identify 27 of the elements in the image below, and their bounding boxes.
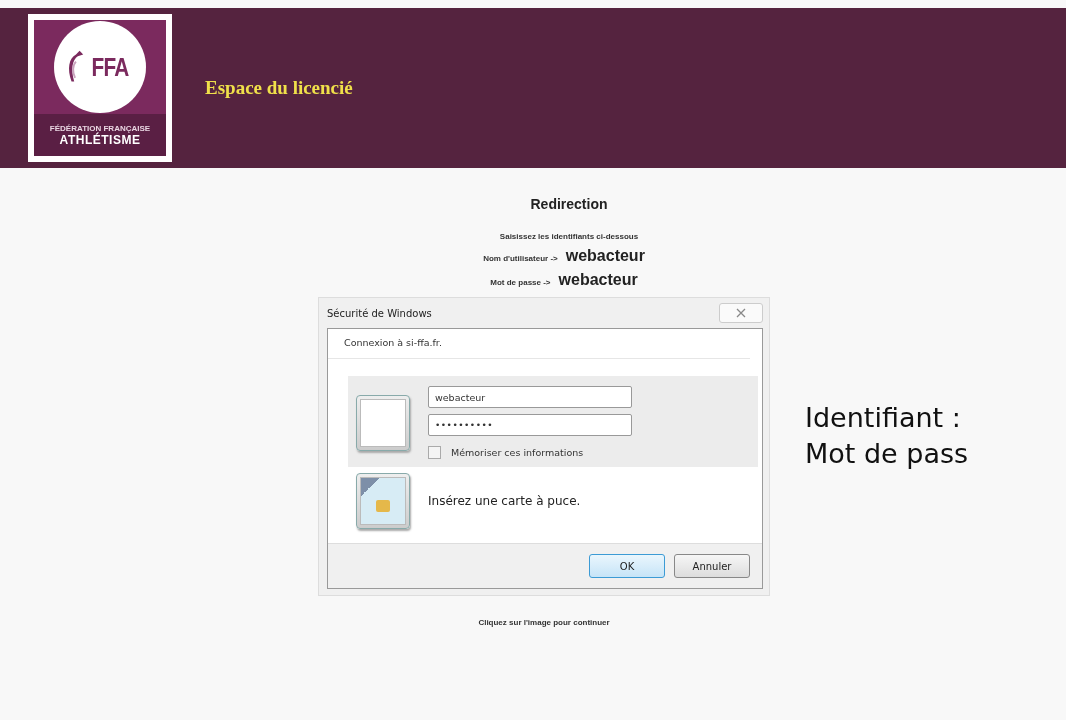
caption-text: Mot de pass [805, 437, 969, 471]
checkbox-label[interactable]: Mémoriser ces informations [451, 447, 584, 458]
login-dialog[interactable]: Sécurité de Windows Connexion à si-ffa.fr. webacteur •••••••••• Mémoriser ces informations Insérez une carte à puce. OK Annuler [318, 297, 770, 596]
logo-mark: FFA [91, 51, 129, 83]
username-field[interactable]: webacteur [428, 386, 632, 408]
password-field[interactable]: •••••••••• [428, 414, 632, 436]
instruction-text: Saisissez les identifiants ci-dessous [499, 232, 639, 241]
credential-value: webacteur [558, 271, 638, 289]
logo-wordmark: ATHLÉTISME [59, 132, 141, 147]
logo-caption: FÉDÉRATION FRANÇAISE [49, 123, 151, 133]
credential-label: Nom d'utilisateur -> [483, 254, 558, 263]
credential-label: Mot de passe -> [490, 278, 551, 287]
dialog-subtitle: Connexion à si-ffa.fr. [328, 329, 750, 359]
credential-value: webacteur [565, 247, 645, 265]
continue-hint: Cliquez sur l'image pour continuer [478, 618, 610, 627]
close-icon [736, 308, 746, 318]
remember-checkbox[interactable] [428, 446, 441, 459]
smartcard-prompt: Insérez une carte à puce. [428, 494, 581, 508]
page-title: Espace du licencié [205, 77, 353, 99]
section-heading: Redirection [530, 196, 608, 212]
cancel-button[interactable]: Annuler [674, 554, 750, 578]
smartcard-icon[interactable] [356, 473, 410, 529]
ok-button[interactable]: OK [589, 554, 665, 578]
caption-text: Identifiant : [805, 401, 962, 435]
user-tile-icon[interactable] [356, 394, 410, 451]
close-button[interactable] [719, 303, 763, 323]
dialog-title: Sécurité de Windows [327, 307, 432, 319]
